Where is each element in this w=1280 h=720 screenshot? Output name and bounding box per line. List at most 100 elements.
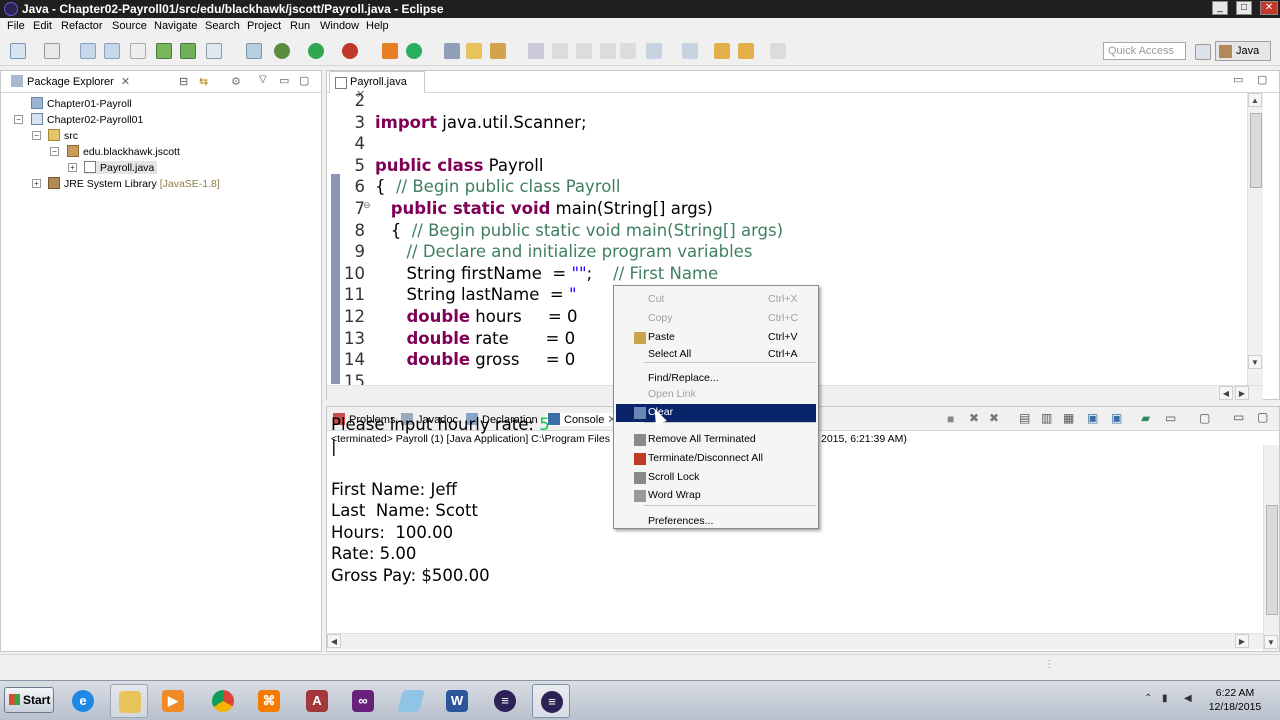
block-select-icon[interactable] — [576, 43, 592, 59]
close-tab-icon[interactable]: ✕ — [121, 76, 130, 88]
debug-icon[interactable] — [274, 43, 290, 59]
maximize-button[interactable]: □ — [1236, 1, 1252, 15]
toggle-mark-icon[interactable] — [552, 43, 568, 59]
menu-item-word-wrap[interactable]: Word Wrap — [616, 487, 816, 505]
expand-toggle[interactable]: − — [50, 147, 59, 156]
download-icon[interactable] — [156, 43, 172, 59]
menu-item-scroll-lock[interactable]: Scroll Lock — [616, 469, 816, 487]
prev-annotation-icon[interactable] — [682, 43, 698, 59]
menu-navigate[interactable]: Navigate — [154, 20, 197, 32]
new-java-project-icon[interactable] — [382, 43, 398, 59]
network-icon[interactable]: ▮ — [1162, 693, 1174, 705]
scroll-right-icon[interactable]: ▶ — [1235, 634, 1249, 648]
minimize-view-icon[interactable]: ▭ — [279, 74, 289, 87]
scroll-thumb[interactable] — [1266, 505, 1278, 615]
whitespace-icon[interactable] — [600, 43, 616, 59]
link-editor-icon[interactable]: ⇆ — [199, 75, 208, 88]
tree-item-chapter02[interactable]: Chapter02-Payroll01 — [31, 113, 143, 126]
menu-project[interactable]: Project — [247, 20, 281, 32]
save-all-icon[interactable] — [104, 43, 120, 59]
internet-explorer-icon[interactable]: e — [64, 684, 102, 718]
open-folder-icon[interactable] — [466, 43, 482, 59]
save-icon[interactable] — [80, 43, 96, 59]
new-file-icon[interactable] — [44, 43, 60, 59]
menu-edit[interactable]: Edit — [33, 20, 52, 32]
scroll-left-icon[interactable]: ◀ — [1219, 386, 1233, 400]
display-selected-console-icon[interactable]: ▭ — [1165, 411, 1176, 425]
menu-item-remove-all-terminated[interactable]: Remove All Terminated — [616, 431, 816, 449]
console-horizontal-scrollbar[interactable]: ◀ ▶ — [327, 633, 1263, 649]
editor-vertical-scrollbar[interactable]: ▲ ▼ — [1247, 93, 1263, 385]
build-icon[interactable] — [246, 43, 262, 59]
clear-console-icon[interactable]: ▤ — [1019, 411, 1030, 425]
fold-icon[interactable]: ⊖ — [363, 201, 371, 211]
view-menu-icon[interactable]: ⚙ — [231, 75, 241, 88]
eclipse-icon[interactable]: ≡ — [486, 684, 524, 718]
taskbar-clock[interactable]: 6:22 AM 12/18/2015 — [1200, 686, 1270, 714]
media-player-icon[interactable]: ▶ — [154, 684, 192, 718]
scroll-left-icon[interactable]: ◀ — [327, 634, 341, 648]
new-class-icon[interactable] — [406, 43, 422, 59]
visual-studio-icon[interactable]: ∞ — [344, 684, 382, 718]
word-icon[interactable]: W — [438, 684, 476, 718]
tree-item-src[interactable]: src — [48, 129, 78, 142]
expand-toggle[interactable]: + — [32, 179, 41, 188]
menu-run[interactable]: Run — [290, 20, 310, 32]
start-button[interactable]: Start — [4, 687, 54, 713]
new-console-icon[interactable]: ▢ — [1199, 411, 1210, 425]
editor-tab-payroll[interactable]: Payroll.java ✕ — [329, 71, 425, 101]
eclipse-active-icon[interactable]: ≡ — [532, 684, 570, 718]
scroll-up-icon[interactable]: ▲ — [1248, 93, 1262, 107]
remove-launch-icon[interactable]: ✖ — [969, 411, 979, 425]
word-wrap-icon[interactable]: ▦ — [1063, 411, 1074, 425]
minimize-view-icon[interactable]: ▭ — [1233, 73, 1243, 86]
tab-console[interactable]: Console ✕ — [545, 413, 620, 426]
collapse-all-icon[interactable]: ⊟ — [179, 75, 188, 88]
menu-window[interactable]: Window — [320, 20, 359, 32]
file-explorer-icon[interactable] — [110, 684, 148, 718]
dropdown-icon[interactable]: ▽ — [259, 74, 267, 85]
notepad-icon[interactable] — [392, 684, 430, 718]
volume-icon[interactable]: ◀ — [1184, 693, 1196, 705]
open-perspective-icon[interactable] — [1195, 44, 1211, 60]
chrome-icon[interactable] — [204, 684, 242, 718]
back-icon[interactable] — [738, 43, 754, 59]
last-edit-icon[interactable] — [714, 43, 730, 59]
tree-item-payroll-java[interactable]: Payroll.java — [84, 161, 158, 174]
expand-toggle[interactable]: − — [14, 115, 23, 124]
maximize-view-icon[interactable]: ▢ — [299, 74, 309, 87]
scroll-down-icon[interactable]: ▼ — [1248, 355, 1262, 369]
scroll-thumb[interactable] — [1250, 113, 1262, 188]
console-vertical-scrollbar[interactable]: ▼ — [1263, 445, 1279, 651]
minimize-button[interactable]: _ — [1212, 1, 1228, 15]
show-hidden-icons[interactable]: ⌃ — [1144, 693, 1156, 705]
server-icon[interactable] — [180, 43, 196, 59]
tree-item-jre[interactable]: JRE System Library [JavaSE-1.8] — [48, 177, 220, 190]
external-tools-icon[interactable] — [342, 43, 358, 59]
annotation-icon[interactable] — [528, 43, 544, 59]
menu-help[interactable]: Help — [366, 20, 389, 32]
menu-source[interactable]: Source — [112, 20, 147, 32]
search-icon[interactable] — [490, 43, 506, 59]
scroll-lock-icon[interactable]: ▥ — [1041, 411, 1052, 425]
terminate-icon[interactable]: ■ — [947, 412, 954, 426]
pin-console-icon[interactable]: ▣ — [1087, 411, 1098, 425]
menu-file[interactable]: File — [7, 20, 25, 32]
maximize-view-icon[interactable]: ▢ — [1257, 73, 1267, 86]
menu-search[interactable]: Search — [205, 20, 240, 32]
menu-item-preferences[interactable]: Preferences... — [616, 513, 816, 531]
minimize-view-icon[interactable]: ▭ — [1233, 410, 1244, 424]
display-console-icon[interactable]: ▣ — [1111, 411, 1122, 425]
expand-toggle[interactable]: − — [32, 131, 41, 140]
tree-item-package[interactable]: edu.blackhawk.jscott — [67, 145, 180, 158]
perspective-java-button[interactable]: Java — [1215, 41, 1271, 61]
menu-item-paste[interactable]: Paste Ctrl+V — [616, 329, 816, 347]
open-console-icon[interactable]: ▰ — [1141, 411, 1150, 425]
package-explorer-tab[interactable]: Package Explorer ✕ — [11, 75, 130, 88]
access-icon[interactable]: A — [298, 684, 336, 718]
next-annotation-icon[interactable] — [646, 43, 662, 59]
menu-item-terminate-disconnect-all[interactable]: Terminate/Disconnect All — [616, 450, 816, 468]
remove-all-icon[interactable]: ✖ — [989, 411, 999, 425]
maximize-view-icon[interactable]: ▢ — [1257, 410, 1268, 424]
close-button[interactable]: ✕ — [1260, 1, 1278, 15]
